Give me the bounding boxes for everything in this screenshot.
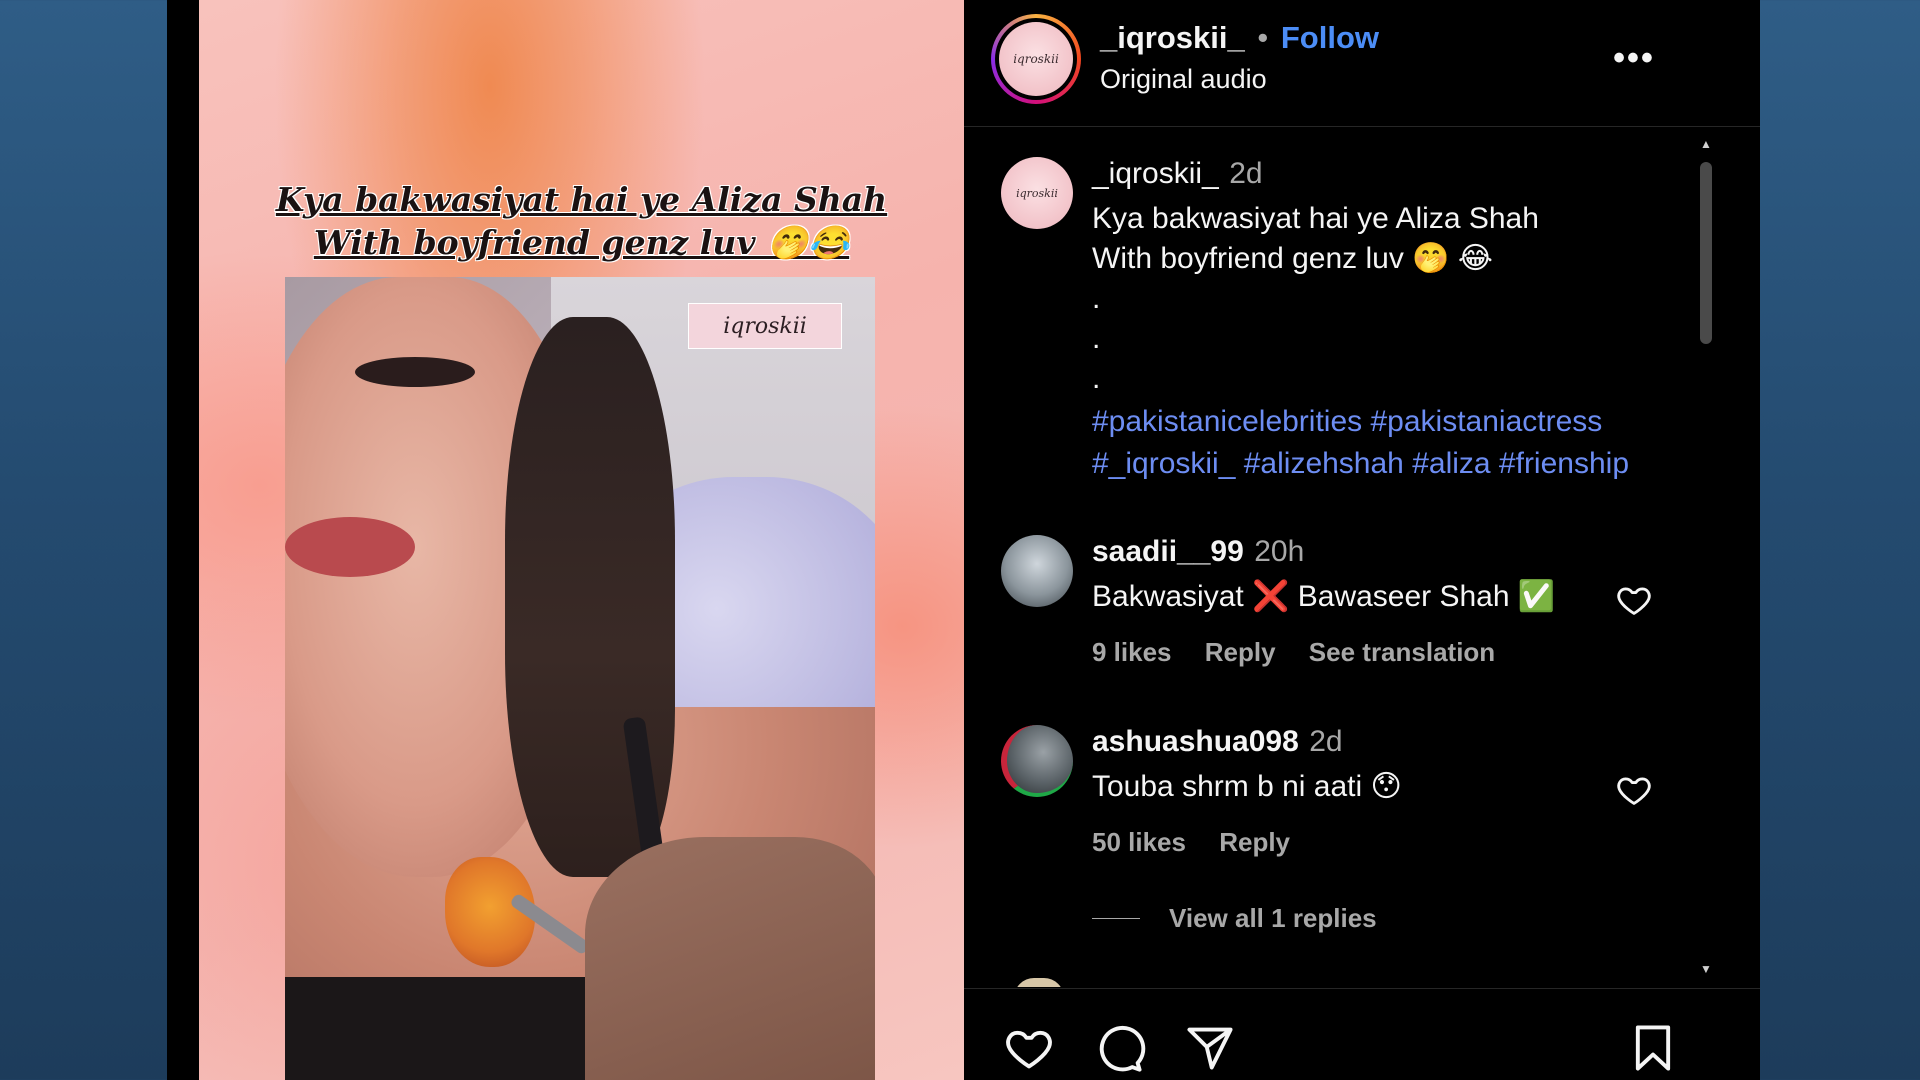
comment-username[interactable]: saadii__99 — [1092, 535, 1244, 568]
comment-meta: 50 likes Reply — [1092, 827, 1316, 858]
comment-avatar[interactable] — [1001, 725, 1073, 797]
avatar-ring-inner: iqroskii — [995, 18, 1077, 100]
caption-line: Kya bakwasiyat hai ye Aliza Shah — [1092, 202, 1539, 235]
see-translation-button[interactable]: See translation — [1309, 637, 1495, 667]
caption-line: . — [1092, 362, 1101, 395]
view-replies-button[interactable]: View all 1 replies — [1169, 903, 1377, 934]
author-avatar[interactable]: iqroskii — [999, 22, 1073, 96]
overlay-line-1: Kya bakwasiyat hai ye Aliza Shah — [275, 180, 888, 219]
paper-plane-icon[interactable] — [1182, 1022, 1238, 1074]
reply-button[interactable]: Reply — [1219, 827, 1290, 857]
hashtag-line[interactable]: #_iqroskii_ #alizehshah #aliza #frienshi… — [1092, 443, 1629, 485]
comment-likes[interactable]: 50 likes — [1092, 827, 1186, 857]
header-username[interactable]: _iqroskii_ — [1100, 20, 1245, 55]
comment-time[interactable]: 2d — [1309, 725, 1342, 758]
caption-hashtags: #pakistanicelebrities #pakistaniactress … — [1092, 401, 1629, 485]
hashtag-line[interactable]: #pakistanicelebrities #pakistaniactress — [1092, 401, 1629, 443]
scroll-down-arrow[interactable]: ▼ — [1698, 962, 1714, 976]
caption-author-avatar[interactable]: iqroskii — [1001, 157, 1073, 229]
comment-bubble-icon[interactable] — [1091, 1022, 1147, 1074]
caption-line: . — [1092, 322, 1101, 355]
watermark: iqroskii — [688, 303, 842, 349]
comment-likes[interactable]: 9 likes — [1092, 637, 1172, 667]
post-media[interactable]: Kya bakwasiyat hai ye Aliza Shah With bo… — [199, 0, 964, 1080]
post-modal: Kya bakwasiyat hai ye Aliza Shah With bo… — [167, 0, 1760, 1080]
follow-button[interactable]: Follow — [1281, 20, 1379, 55]
comment-username[interactable]: ashuashua098 — [1092, 725, 1299, 758]
caption-line: . — [1092, 282, 1101, 315]
caption-text: Kya bakwasiyat hai ye Aliza Shah With bo… — [1092, 199, 1539, 399]
caption-line: With boyfriend genz luv 🤭 😂 — [1092, 242, 1493, 275]
scrollbar-thumb[interactable] — [1700, 162, 1712, 344]
audio-link[interactable]: Original audio — [1100, 64, 1267, 95]
comment-time[interactable]: 20h — [1254, 535, 1304, 568]
caption-time[interactable]: 2d — [1229, 157, 1262, 190]
post-side-panel: iqroskii _iqroskii_ • Follow Original au… — [964, 0, 1760, 1080]
bookmark-icon[interactable] — [1625, 1022, 1681, 1074]
header-separator: • — [1257, 20, 1269, 55]
video-frame[interactable]: iqroskii — [285, 277, 875, 1080]
reply-button[interactable]: Reply — [1205, 637, 1276, 667]
caption-header: _iqroskii_ 2d — [1092, 157, 1263, 191]
video-subject-eye — [355, 357, 475, 387]
heart-outline-icon[interactable] — [1615, 771, 1653, 809]
comments-list[interactable]: iqroskii _iqroskii_ 2d Kya bakwasiyat ha… — [964, 127, 1760, 987]
comment-avatar-partial — [1014, 978, 1064, 987]
comment-avatar[interactable] — [1001, 535, 1073, 607]
comment-header: ashuashua098 2d — [1092, 725, 1343, 759]
replies-divider — [1092, 918, 1140, 919]
video-caption-overlay: Kya bakwasiyat hai ye Aliza Shah With bo… — [199, 178, 964, 264]
author-avatar-ring[interactable]: iqroskii — [991, 14, 1081, 104]
comment-text: Touba shrm b ni aati 😯 — [1092, 770, 1402, 803]
heart-outline-icon[interactable] — [1615, 581, 1653, 619]
video-subject-lips — [285, 517, 415, 577]
comment-text: Bakwasiyat ❌ Bawaseer Shah ✅ — [1092, 580, 1556, 613]
post-header: iqroskii _iqroskii_ • Follow Original au… — [964, 0, 1760, 127]
comment-header: saadii__99 20h — [1092, 535, 1304, 569]
header-user-line: _iqroskii_ • Follow — [1100, 20, 1379, 56]
video-hand — [585, 837, 875, 1080]
comment-meta: 9 likes Reply See translation — [1092, 637, 1521, 668]
overlay-line-2: With boyfriend genz luv 🤭😂 — [313, 223, 850, 262]
more-options-button[interactable]: ••• — [1609, 38, 1659, 78]
caption-username[interactable]: _iqroskii_ — [1092, 157, 1219, 190]
heart-icon[interactable] — [1001, 1022, 1057, 1074]
scroll-up-arrow[interactable]: ▲ — [1698, 137, 1714, 151]
